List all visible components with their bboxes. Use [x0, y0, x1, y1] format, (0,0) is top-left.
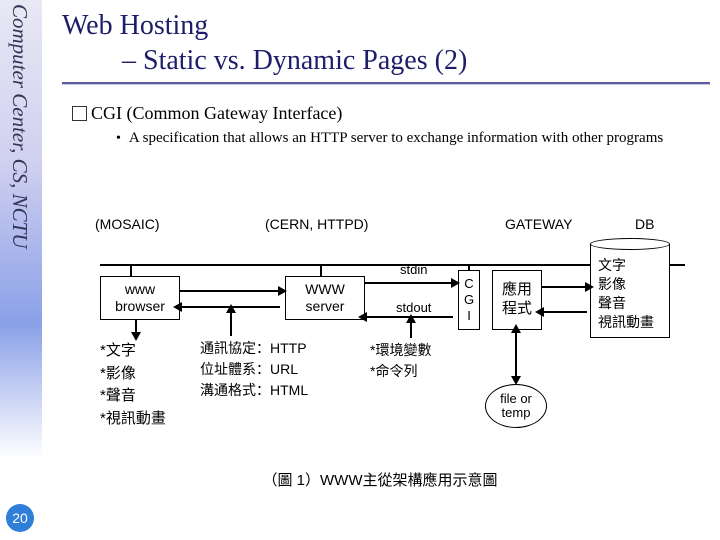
label-media: *文字 *影像 *聲音 *視訊動畫 — [100, 340, 166, 430]
sc-line-top — [365, 282, 453, 284]
title-line1: Web Hosting — [62, 10, 208, 41]
slide-content: Web Hosting – Static vs. Dynamic Pages (… — [62, 8, 710, 148]
ad-arrow-r — [585, 282, 594, 292]
bullet-row: CGI (Common Gateway Interface) — [72, 103, 710, 124]
box-cgi: C G I — [458, 270, 480, 330]
ad-line-top — [542, 286, 587, 288]
box-browser: www browser — [100, 276, 180, 320]
bs-line-top — [180, 290, 280, 292]
label-stdout: stdout — [396, 300, 431, 315]
slide-body: CGI (Common Gateway Interface) • A speci… — [72, 103, 710, 148]
square-bullet-icon — [72, 106, 87, 121]
ellipse-file: file or temp — [485, 384, 547, 428]
label-db: DB — [635, 216, 654, 232]
proto-drop — [230, 310, 232, 336]
box-server-text: WWW server — [305, 281, 345, 316]
proto-arrow-u — [226, 304, 236, 313]
label-mosaic: (MOSAIC) — [95, 216, 160, 232]
sidebar-org-text: Computer Center, CS, NCTU — [7, 4, 32, 248]
label-proto: 通訊協定：HTTP 位址體系：URL 溝通格式：HTML — [200, 338, 308, 401]
sub-bullet-text: A specification that allows an HTTP serv… — [129, 130, 663, 148]
bs-arrow-r — [278, 286, 287, 296]
bs-arrow-l — [173, 302, 182, 312]
title-line2: – Static vs. Dynamic Pages (2) — [62, 43, 710, 78]
dot-bullet-icon: • — [116, 130, 121, 148]
box-cgi-text: C G I — [464, 276, 474, 325]
db-cylinder: 文字 影像 聲音 視訊動畫 — [590, 238, 670, 338]
ellipse-file-text: file or temp — [500, 392, 532, 421]
title-underline — [62, 82, 710, 85]
box-app-text: 應用 程式 — [502, 281, 532, 319]
slide-number: 20 — [12, 510, 28, 526]
ad-line-bot — [542, 311, 587, 313]
architecture-diagram: (MOSAIC) (CERN, HTTPD) GATEWAY DB www br… — [60, 216, 700, 496]
sidebar: Computer Center, CS, NCTU — [0, 0, 42, 540]
slide-number-badge: 20 — [6, 504, 34, 532]
label-gateway: GATEWAY — [505, 216, 572, 232]
sc-arrow-l — [358, 312, 367, 322]
file-drop — [515, 330, 517, 378]
ad-arrow-l — [535, 307, 544, 317]
drop-browser — [130, 264, 132, 276]
env-arrow-u — [406, 314, 416, 323]
label-stdin: stdin — [400, 262, 427, 277]
bullet-text: CGI (Common Gateway Interface) — [91, 103, 342, 124]
drop-server — [320, 264, 322, 276]
box-server: WWW server — [285, 276, 365, 320]
db-media-text: 文字 影像 聲音 視訊動畫 — [598, 256, 654, 332]
file-arrow-u1 — [511, 324, 521, 333]
box-browser-text: www browser — [115, 281, 165, 316]
diagram-caption: （圖 1）WWW主從架構應用示意圖 — [60, 469, 700, 490]
label-cern: (CERN, HTTPD) — [265, 216, 368, 232]
slide-title: Web Hosting – Static vs. Dynamic Pages (… — [62, 8, 710, 78]
sc-arrow-r — [451, 278, 460, 288]
box-app: 應用 程式 — [492, 270, 542, 330]
label-env: *環境變數 *命令列 — [370, 340, 431, 382]
sub-bullet-row: • A specification that allows an HTTP se… — [116, 130, 710, 148]
